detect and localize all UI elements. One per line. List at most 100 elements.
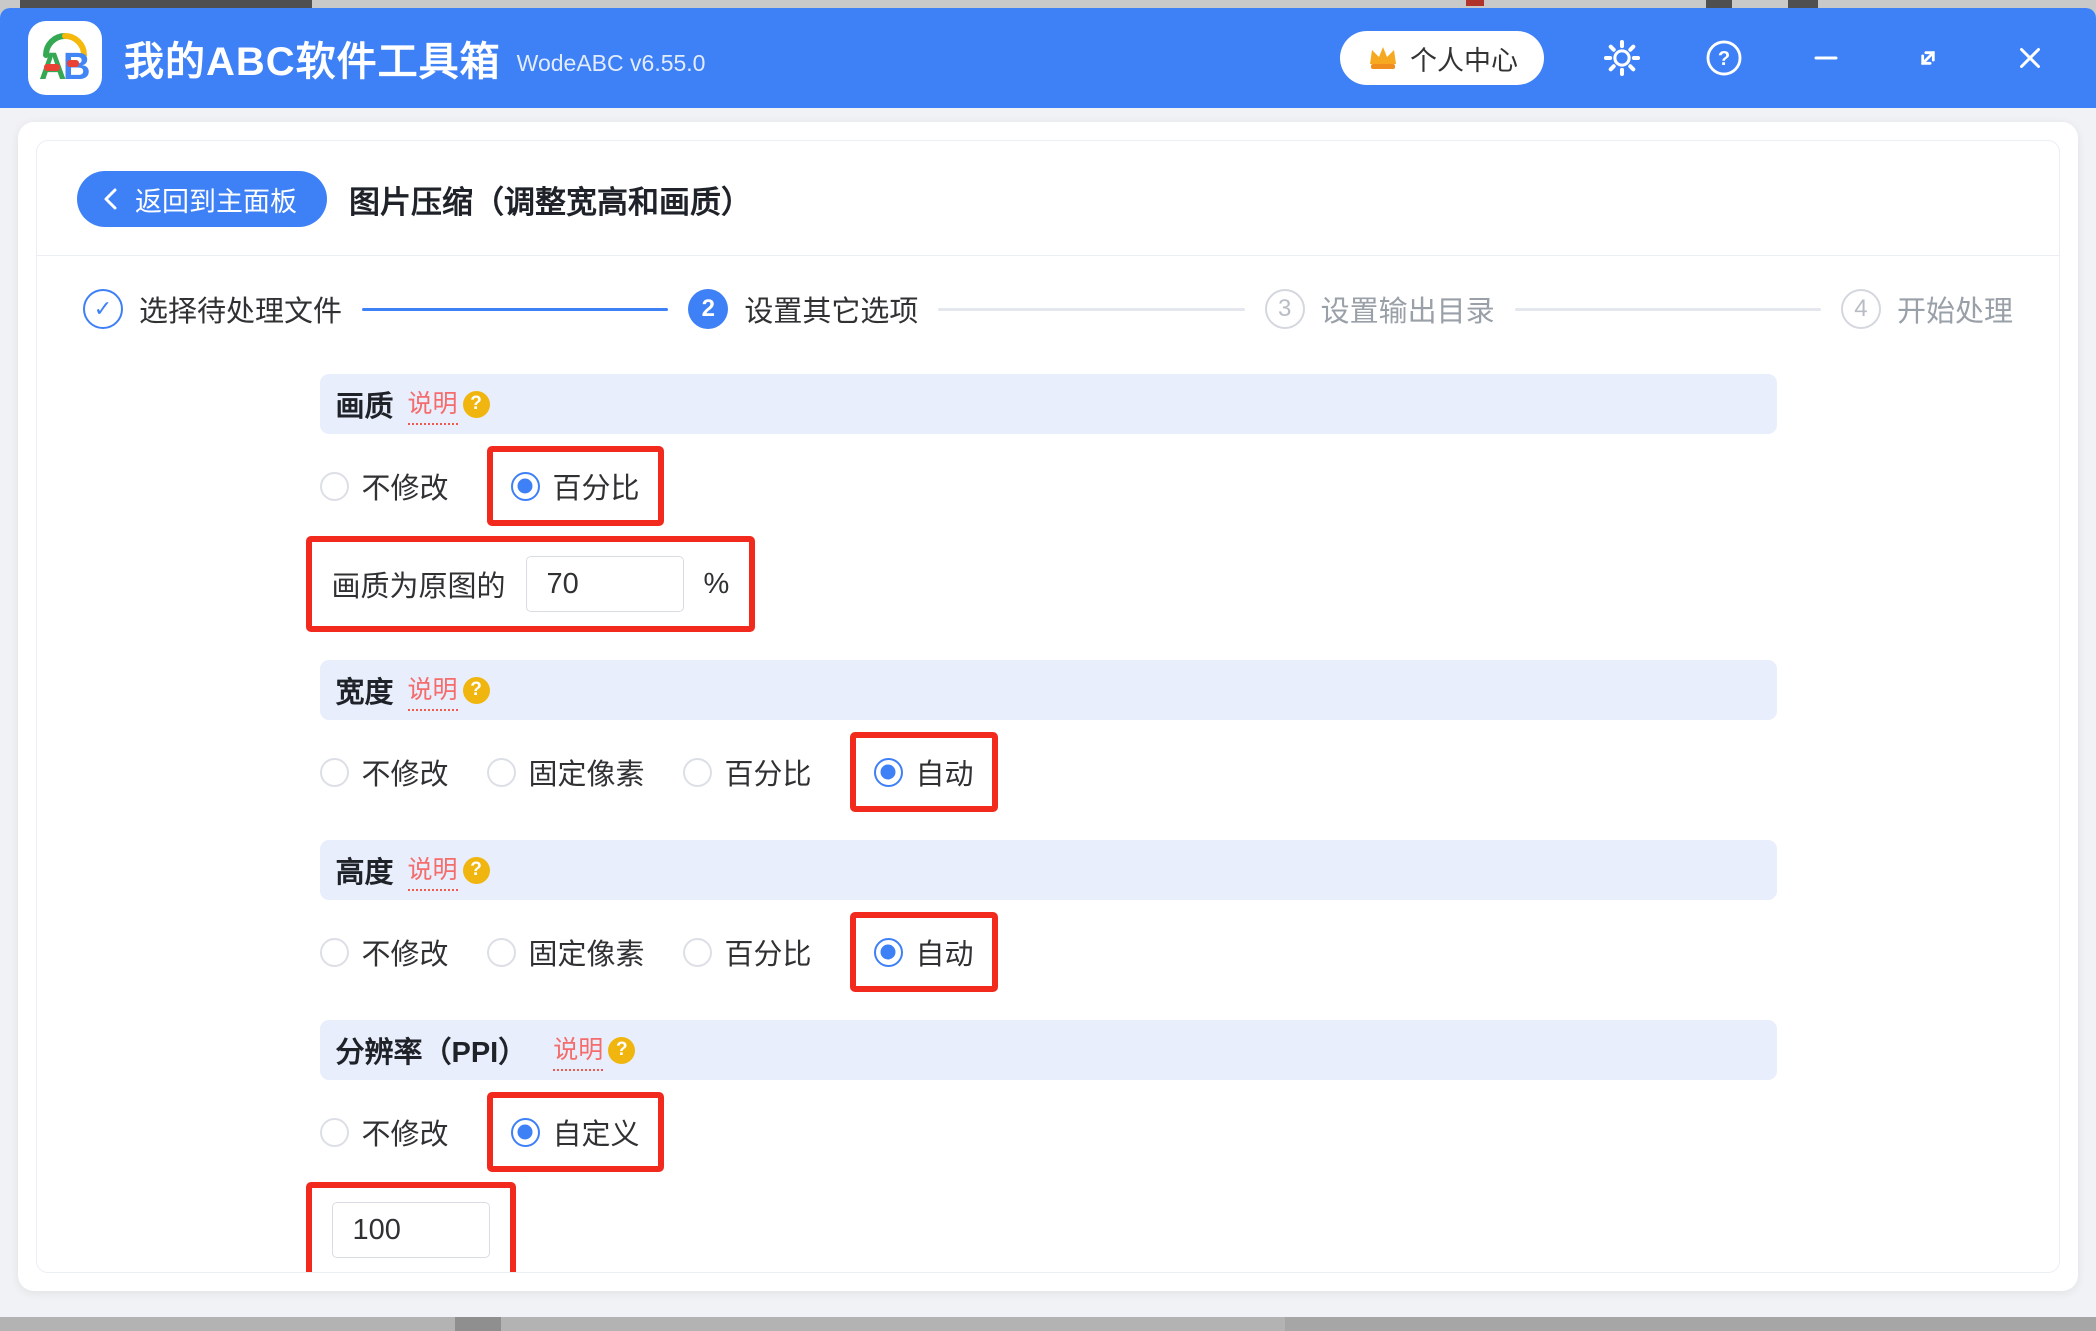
quality-input-label: 画质为原图的 — [331, 571, 506, 603]
radio-circle-icon[interactable] — [319, 1117, 349, 1147]
quality-help-link[interactable]: 说明 — [407, 384, 458, 425]
step-label: 选择待处理文件 — [139, 296, 343, 328]
radio-height-nochange[interactable]: 不修改 — [319, 931, 449, 973]
settings-form: 画质 说明 ? 不修改 百分比 画质为原图的 70 % 宽度 说明 ? 不修改 … — [305, 374, 1777, 1272]
page-header: 返回到主面板 图片压缩（调整宽高和画质） — [37, 141, 2059, 256]
background-strip-segment — [455, 1317, 501, 1331]
section-ppi: 分辨率（PPI） 说明 ? 不修改 自定义 — [305, 1020, 1777, 1272]
background-window-edge — [1466, 0, 1484, 6]
radio-height-auto[interactable]: 自动 — [873, 931, 974, 973]
svg-text:?: ? — [1718, 48, 1730, 70]
section-title: 高度 — [335, 857, 394, 889]
radio-circle-icon[interactable] — [486, 937, 516, 967]
radio-circle-icon[interactable] — [486, 757, 516, 787]
step-1-select-files[interactable]: ✓ 选择待处理文件 — [83, 288, 342, 330]
radio-quality-nochange[interactable]: 不修改 — [319, 465, 449, 507]
question-badge-icon[interactable]: ? — [608, 1036, 636, 1064]
radio-circle-icon[interactable] — [682, 757, 712, 787]
back-to-dashboard-button[interactable]: 返回到主面板 — [77, 171, 327, 227]
height-help-link[interactable]: 说明 — [407, 850, 458, 891]
section-height: 高度 说明 ? 不修改 固定像素 百分比 自动 — [319, 840, 1777, 992]
settings-gear-icon[interactable] — [1602, 38, 1642, 78]
step-indicator: ✓ 选择待处理文件 2 设置其它选项 3 设置输出目录 4 开始处理 — [37, 288, 2059, 330]
radio-circle-icon[interactable] — [510, 1117, 540, 1147]
ppi-help-link[interactable]: 说明 — [553, 1030, 604, 1071]
radio-circle-icon[interactable] — [510, 471, 540, 501]
section-width-header: 宽度 说明 ? — [319, 660, 1777, 720]
percent-suffix: % — [703, 567, 730, 600]
window-controls: ? — [1602, 38, 2050, 78]
user-center-button[interactable]: 个人中心 — [1340, 31, 1544, 85]
step-connector — [1514, 307, 1821, 311]
radio-circle-icon[interactable] — [319, 471, 349, 501]
app-window: A B 我的ABC软件工具箱 WodeABC v6.55.0 个人中心 — [0, 8, 2096, 1317]
help-icon[interactable]: ? — [1704, 38, 1744, 78]
section-width: 宽度 说明 ? 不修改 固定像素 百分比 自动 — [319, 660, 1777, 812]
radio-ppi-nochange[interactable]: 不修改 — [319, 1111, 449, 1153]
section-title: 分辨率（PPI） — [335, 1037, 528, 1069]
radio-circle-icon[interactable] — [319, 937, 349, 967]
step-2-set-options[interactable]: 2 设置其它选项 — [688, 288, 918, 330]
step-4-start-process[interactable]: 4 开始处理 — [1840, 288, 2013, 330]
radio-circle-icon[interactable] — [319, 757, 349, 787]
crown-icon — [1370, 47, 1396, 69]
radio-label: 不修改 — [361, 473, 449, 505]
radio-width-fixed-pixels[interactable]: 固定像素 — [486, 751, 645, 793]
chevron-left-icon — [104, 188, 117, 210]
section-quality-header: 画质 说明 ? — [319, 374, 1777, 434]
background-taskbar-strip — [0, 1317, 2096, 1331]
radio-quality-percent[interactable]: 百分比 — [510, 465, 640, 507]
radio-width-percent[interactable]: 百分比 — [682, 751, 812, 793]
radio-label: 自动 — [915, 939, 974, 971]
section-title: 宽度 — [335, 677, 394, 709]
width-help-link[interactable]: 说明 — [407, 670, 458, 711]
step-label: 设置其它选项 — [744, 296, 919, 328]
close-icon[interactable] — [2010, 38, 2050, 78]
question-badge-icon[interactable]: ? — [462, 390, 490, 418]
main-card: 返回到主面板 图片压缩（调整宽高和画质） ✓ 选择待处理文件 2 设置其它选项 … — [18, 122, 2078, 1291]
background-window-edge — [20, 0, 312, 8]
titlebar: A B 我的ABC软件工具箱 WodeABC v6.55.0 个人中心 — [0, 8, 2096, 108]
app-title: 我的ABC软件工具箱 — [124, 40, 501, 84]
radio-height-fixed-pixels[interactable]: 固定像素 — [486, 931, 645, 973]
step-number: 4 — [1840, 289, 1881, 329]
annotation-box: 自动 — [849, 912, 998, 992]
maximize-icon[interactable] — [1908, 38, 1948, 78]
radio-width-auto[interactable]: 自动 — [873, 751, 974, 793]
section-quality: 画质 说明 ? 不修改 百分比 画质为原图的 70 % — [305, 374, 1777, 632]
background-window-edge — [1706, 0, 1732, 8]
step-connector — [938, 307, 1245, 311]
annotation-box — [305, 1182, 516, 1272]
background-strip-segment — [1285, 1317, 2096, 1331]
radio-height-percent[interactable]: 百分比 — [682, 931, 812, 973]
background-window-edge — [1788, 0, 1818, 8]
app-version: WodeABC v6.55.0 — [516, 49, 706, 76]
step-3-output-dir[interactable]: 3 设置输出目录 — [1264, 288, 1495, 330]
user-center-label: 个人中心 — [1410, 45, 1518, 76]
height-options: 不修改 固定像素 百分比 自动 — [319, 912, 1777, 992]
ppi-value-input[interactable] — [331, 1202, 490, 1258]
radio-ppi-custom[interactable]: 自定义 — [510, 1111, 640, 1153]
radio-circle-icon[interactable] — [873, 937, 903, 967]
step-number: 3 — [1264, 289, 1305, 329]
back-button-label: 返回到主面板 — [135, 186, 297, 217]
radio-circle-icon[interactable] — [682, 937, 712, 967]
radio-label: 自动 — [915, 759, 974, 791]
quality-options: 不修改 百分比 — [319, 446, 1777, 526]
radio-label: 百分比 — [724, 939, 812, 971]
minimize-icon[interactable] — [1806, 38, 1846, 78]
radio-width-nochange[interactable]: 不修改 — [319, 751, 449, 793]
width-options: 不修改 固定像素 百分比 自动 — [319, 732, 1777, 812]
question-badge-icon[interactable]: ? — [462, 676, 490, 704]
ppi-options: 不修改 自定义 — [319, 1092, 1777, 1172]
question-badge-icon[interactable]: ? — [462, 856, 490, 884]
annotation-box: 画质为原图的 % — [305, 536, 756, 632]
section-title: 画质 — [335, 391, 394, 423]
ab-logo-glyph: A B — [39, 33, 90, 87]
page-title: 图片压缩（调整宽高和画质） — [349, 184, 752, 220]
step-label: 开始处理 — [1896, 296, 2013, 328]
radio-circle-icon[interactable] — [873, 757, 903, 787]
annotation-box: 百分比 — [486, 446, 664, 526]
quality-percent-input[interactable] — [525, 556, 684, 612]
section-height-header: 高度 说明 ? — [319, 840, 1777, 900]
